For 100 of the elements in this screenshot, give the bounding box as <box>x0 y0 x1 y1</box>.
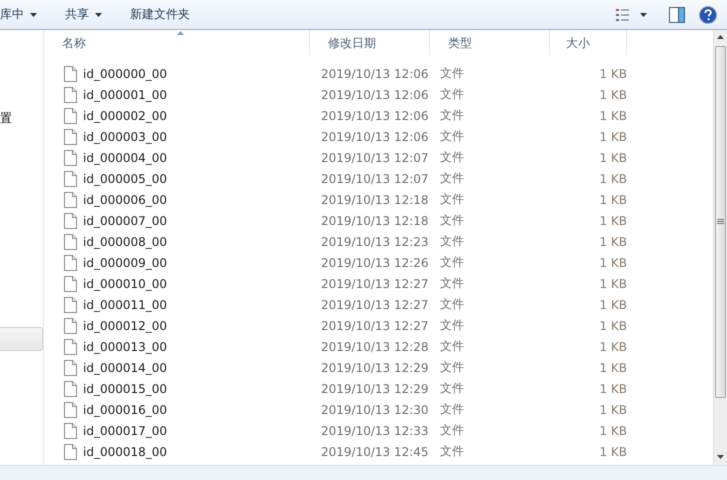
file-size: 1 KB <box>599 276 627 290</box>
file-name[interactable]: id_000010_00 <box>83 276 168 290</box>
column-header[interactable]: 大小 <box>550 30 627 55</box>
file-icon <box>64 380 77 396</box>
file-icon <box>64 318 77 334</box>
file-name[interactable]: id_000007_00 <box>83 214 168 228</box>
toolbar-button[interactable]: 新建文件夹 <box>130 2 202 26</box>
file-type: 文件 <box>440 381 464 395</box>
file-name[interactable]: id_000009_00 <box>83 256 168 270</box>
file-icon <box>64 444 77 460</box>
modified-date: 2019/10/13 12:30 <box>321 402 429 416</box>
file-icon <box>64 192 77 208</box>
column-header[interactable]: 类型 <box>430 30 550 55</box>
file-type: 文件 <box>440 213 464 227</box>
file-icon <box>64 254 77 270</box>
file-size: 1 KB <box>599 66 627 80</box>
file-icon <box>64 402 77 418</box>
help-button[interactable] <box>699 6 717 24</box>
modified-date: 2019/10/13 12:27 <box>321 276 429 290</box>
file-type: 文件 <box>440 444 464 458</box>
modified-date: 2019/10/13 12:26 <box>321 256 429 270</box>
file-size: 1 KB <box>599 444 627 458</box>
file-type: 文件 <box>440 318 464 332</box>
file-icon <box>64 276 77 292</box>
file-name[interactable]: id_000001_00 <box>83 88 168 102</box>
file-name[interactable]: id_000016_00 <box>83 402 168 416</box>
file-name[interactable]: id_000017_00 <box>83 424 168 438</box>
file-type: 文件 <box>440 255 464 269</box>
preview-pane-button[interactable] <box>669 6 685 22</box>
file-type: 文件 <box>440 171 464 185</box>
file-icon <box>64 66 77 82</box>
scrollbar-thumb[interactable] <box>715 46 726 398</box>
file-size: 1 KB <box>599 88 627 102</box>
file-size: 1 KB <box>599 130 627 144</box>
file-name[interactable]: id_000015_00 <box>83 382 168 396</box>
modified-date: 2019/10/13 12:33 <box>321 424 429 438</box>
file-icon <box>64 234 77 250</box>
file-name[interactable]: id_000004_00 <box>83 150 168 164</box>
file-type: 文件 <box>440 339 464 353</box>
view-options-button[interactable] <box>615 8 649 22</box>
file-size: 1 KB <box>599 402 627 416</box>
modified-date: 2019/10/13 12:27 <box>321 318 429 332</box>
file-size: 1 KB <box>599 424 627 438</box>
file-icon <box>64 296 77 312</box>
file-type: 文件 <box>440 87 464 101</box>
file-size: 1 KB <box>599 340 627 354</box>
file-name[interactable]: id_000014_00 <box>83 360 168 374</box>
file-name[interactable]: id_000018_00 <box>83 444 168 458</box>
file-icon <box>64 170 77 186</box>
file-size: 1 KB <box>599 150 627 164</box>
modified-date: 2019/10/13 12:07 <box>321 150 429 164</box>
file-size: 1 KB <box>599 234 627 248</box>
file-type: 文件 <box>440 150 464 164</box>
grip-icon <box>717 219 724 225</box>
nav-item[interactable]: 置 <box>0 108 43 128</box>
scroll-down-arrow-icon[interactable] <box>717 455 724 459</box>
modified-date: 2019/10/13 12:06 <box>321 130 429 144</box>
file-icon <box>64 86 77 102</box>
file-name[interactable]: id_000011_00 <box>83 298 168 312</box>
file-size: 1 KB <box>599 318 627 332</box>
file-icon <box>64 108 77 124</box>
file-type: 文件 <box>440 402 464 416</box>
modified-date: 2019/10/13 12:06 <box>321 66 429 80</box>
file-size: 1 KB <box>599 108 627 122</box>
toolbar-button[interactable]: 库中 <box>0 2 49 26</box>
file-icon <box>64 150 77 166</box>
file-name[interactable]: id_000008_00 <box>83 234 168 248</box>
file-type: 文件 <box>440 192 464 206</box>
caret-icon <box>30 12 37 16</box>
file-icon <box>64 360 77 376</box>
file-type: 文件 <box>440 129 464 143</box>
file-name[interactable]: id_000006_00 <box>83 192 168 206</box>
file-name[interactable]: id_000000_00 <box>83 66 168 80</box>
file-name[interactable]: id_000003_00 <box>83 130 168 144</box>
file-size: 1 KB <box>599 192 627 206</box>
column-header[interactable]: 名称 <box>44 30 310 55</box>
file-type: 文件 <box>440 276 464 290</box>
modified-date: 2019/10/13 12:18 <box>321 214 429 228</box>
scroll-up-arrow-icon[interactable] <box>717 35 724 39</box>
modified-date: 2019/10/13 12:27 <box>321 298 429 312</box>
scrollbar[interactable] <box>713 30 727 465</box>
file-type: 文件 <box>440 108 464 122</box>
file-size: 1 KB <box>599 360 627 374</box>
file-name[interactable]: id_000002_00 <box>83 108 168 122</box>
file-size: 1 KB <box>599 298 627 312</box>
file-icon <box>64 128 77 144</box>
file-type: 文件 <box>440 234 464 248</box>
column-header[interactable]: 修改日期 <box>310 30 430 55</box>
file-type: 文件 <box>440 297 464 311</box>
file-size: 1 KB <box>599 172 627 186</box>
toolbar-button[interactable]: 共享 <box>65 2 114 26</box>
file-icon <box>64 212 77 228</box>
modified-date: 2019/10/13 12:23 <box>321 234 429 248</box>
file-name[interactable]: id_000012_00 <box>83 318 168 332</box>
file-type: 文件 <box>440 423 464 437</box>
modified-date: 2019/10/13 12:45 <box>321 444 429 458</box>
file-name[interactable]: id_000005_00 <box>83 172 168 186</box>
file-type: 文件 <box>440 360 464 374</box>
sort-arrow-icon <box>176 31 184 35</box>
file-name[interactable]: id_000013_00 <box>83 340 168 354</box>
